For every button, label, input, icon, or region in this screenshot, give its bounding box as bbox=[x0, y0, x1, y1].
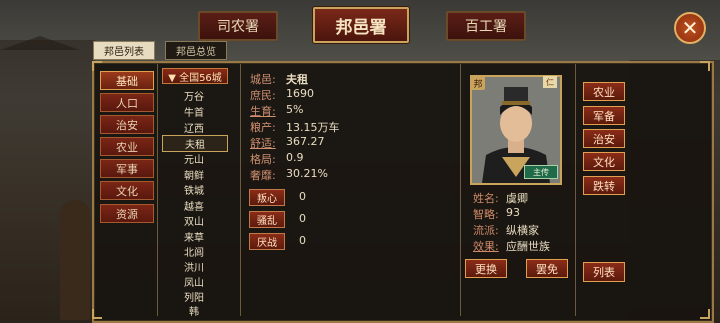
panel-corner-ornament bbox=[92, 309, 102, 319]
city-item[interactable]: 列阳 bbox=[162, 289, 226, 304]
stat-label-birth: 生育: bbox=[250, 105, 276, 118]
stat-value-grain: 13.15万车 bbox=[286, 121, 340, 134]
event-value-rebellion: 0 bbox=[299, 190, 306, 203]
city-item[interactable]: 洪川 bbox=[162, 259, 226, 274]
stat-value-population: 1690 bbox=[286, 87, 314, 100]
divider-right bbox=[575, 64, 576, 316]
category-basic[interactable]: 基础 bbox=[100, 71, 154, 90]
city-item[interactable]: 万谷 bbox=[162, 88, 226, 103]
category-security[interactable]: 治安 bbox=[100, 115, 154, 134]
tab-bangyishu[interactable]: 邦邑署 bbox=[313, 7, 409, 43]
replace-official-button[interactable]: 更换 bbox=[465, 259, 507, 278]
official-label-intellect: 智略: bbox=[473, 208, 499, 221]
official-rank-badge: 邦 bbox=[471, 76, 485, 90]
city-item[interactable]: 牛首 bbox=[162, 104, 226, 119]
official-value-intellect: 93 bbox=[506, 206, 520, 219]
subtab-city-list[interactable]: 邦邑列表 bbox=[93, 41, 155, 60]
event-button-riot[interactable]: 骚乱 bbox=[249, 211, 285, 228]
city-item[interactable]: 元山 bbox=[162, 151, 226, 166]
stat-value-city: 夫租 bbox=[286, 73, 308, 86]
official-value-effect: 应酬世族 bbox=[506, 240, 550, 253]
city-item[interactable]: 越喜 bbox=[162, 198, 226, 213]
divider-citylist bbox=[240, 64, 241, 316]
city-item[interactable]: 铁城 bbox=[162, 182, 226, 197]
category-military[interactable]: 军事 bbox=[100, 159, 154, 178]
city-item[interactable]: 来草 bbox=[162, 229, 226, 244]
event-value-riot: 0 bbox=[299, 212, 306, 225]
stat-label-layout: 格局: bbox=[250, 153, 276, 166]
official-trait-badge: 仁 bbox=[543, 76, 557, 88]
stat-value-comfort: 367.27 bbox=[286, 135, 325, 148]
dept-button-agriculture[interactable]: 农业 bbox=[583, 82, 625, 101]
city-list-header[interactable]: ▼ 全国56城 bbox=[162, 68, 228, 84]
stat-value-luxury: 30.21% bbox=[286, 167, 328, 180]
tab-sinongshu[interactable]: 司农署 bbox=[198, 11, 278, 41]
dept-button-security[interactable]: 治安 bbox=[583, 129, 625, 148]
city-item[interactable]: 朝鲜 bbox=[162, 167, 226, 182]
category-population[interactable]: 人口 bbox=[100, 93, 154, 112]
divider-left bbox=[157, 64, 158, 316]
panel-corner-ornament bbox=[92, 61, 102, 71]
stat-label-luxury: 奢靡: bbox=[250, 169, 276, 182]
official-value-name: 虞卿 bbox=[506, 192, 528, 205]
official-value-school: 纵横家 bbox=[506, 224, 539, 237]
city-item[interactable]: 辽西 bbox=[162, 120, 226, 135]
stat-value-birth: 5% bbox=[286, 103, 304, 116]
stat-label-city: 城邑: bbox=[250, 73, 276, 86]
city-item[interactable]: 凤山 bbox=[162, 274, 226, 289]
stat-value-layout: 0.9 bbox=[286, 151, 304, 164]
event-button-war-weariness[interactable]: 厌战 bbox=[249, 233, 285, 250]
official-label-name: 姓名: bbox=[473, 192, 499, 205]
stat-label-grain: 粮产: bbox=[250, 121, 276, 134]
category-resources[interactable]: 资源 bbox=[100, 204, 154, 223]
city-item[interactable]: 北闾 bbox=[162, 244, 226, 259]
subtab-city-overview[interactable]: 邦邑总览 bbox=[165, 41, 227, 60]
list-button[interactable]: 列表 bbox=[583, 262, 625, 282]
stat-label-comfort: 舒适: bbox=[250, 137, 276, 150]
dept-button-military[interactable]: 军备 bbox=[583, 106, 625, 125]
divider-portrait bbox=[460, 64, 461, 316]
background-roof-left bbox=[0, 36, 80, 50]
city-item[interactable]: 韩 bbox=[162, 304, 226, 317]
panel-corner-ornament bbox=[700, 61, 710, 71]
stat-label-population: 庶民: bbox=[250, 89, 276, 102]
city-item-selected[interactable]: 夫租 bbox=[162, 135, 228, 152]
official-label-effect: 效果: bbox=[473, 240, 499, 253]
category-agriculture[interactable]: 农业 bbox=[100, 137, 154, 156]
dept-button-transfer[interactable]: 跌转 bbox=[583, 176, 625, 195]
dept-button-culture[interactable]: 文化 bbox=[583, 152, 625, 171]
tab-baigongshu[interactable]: 百工署 bbox=[446, 11, 526, 41]
category-culture[interactable]: 文化 bbox=[100, 181, 154, 200]
city-item[interactable]: 双山 bbox=[162, 213, 226, 228]
close-button[interactable]: ✕ bbox=[674, 12, 706, 44]
close-icon: ✕ bbox=[681, 16, 699, 40]
dismiss-official-button[interactable]: 罢免 bbox=[526, 259, 568, 278]
panel-corner-ornament bbox=[700, 309, 710, 319]
event-value-war-weariness: 0 bbox=[299, 234, 306, 247]
background-character bbox=[60, 200, 90, 320]
official-label-school: 流派: bbox=[473, 224, 499, 237]
event-button-rebellion[interactable]: 叛心 bbox=[249, 189, 285, 206]
official-title-tag: 主传 bbox=[524, 165, 558, 179]
